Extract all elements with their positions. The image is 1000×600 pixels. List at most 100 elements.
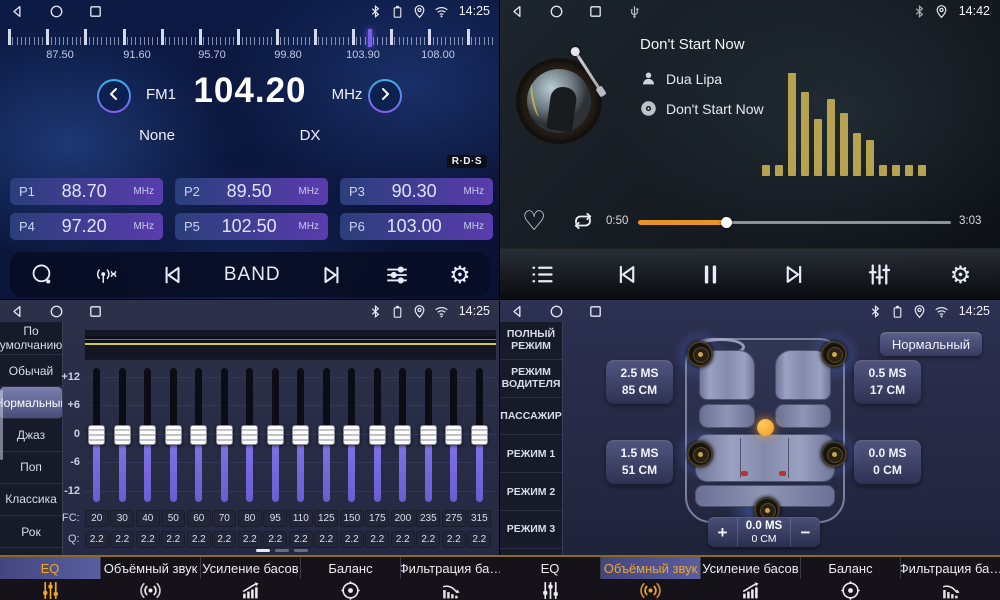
home-icon[interactable] (549, 4, 564, 19)
eq-band-slider[interactable] (161, 368, 187, 502)
fc-value[interactable]: 80 (238, 510, 262, 527)
mode-item[interactable]: РЕЖИМ 2 (500, 473, 562, 511)
recents-icon[interactable] (88, 304, 103, 319)
tab-surround[interactable]: Объёмный звук (100, 557, 200, 600)
tune-sliders-icon[interactable] (384, 262, 410, 288)
slider-knob[interactable] (241, 425, 258, 445)
equalizer-sliders-icon[interactable] (866, 261, 893, 288)
q-value[interactable]: 2.2 (212, 531, 236, 548)
slider-knob[interactable] (139, 425, 156, 445)
recents-icon[interactable] (588, 4, 603, 19)
slider-knob[interactable] (420, 425, 437, 445)
eq-preset-item[interactable]: По умолчанию (0, 322, 62, 355)
slider-knob[interactable] (165, 425, 182, 445)
q-value[interactable]: 2.2 (314, 531, 338, 548)
tab-eq[interactable]: EQ (500, 557, 600, 600)
eq-band-slider[interactable] (365, 368, 391, 502)
q-value[interactable]: 2.2 (467, 531, 491, 548)
fc-value[interactable]: 150 (340, 510, 364, 527)
q-value[interactable]: 2.2 (263, 531, 287, 548)
slider-knob[interactable] (88, 425, 105, 445)
fc-value[interactable]: 40 (136, 510, 160, 527)
preset-button-p4[interactable]: P497.20MHz (10, 213, 163, 240)
back-icon[interactable] (510, 4, 525, 19)
preset-button-p5[interactable]: P5102.50MHz (175, 213, 328, 240)
slider-knob[interactable] (318, 425, 335, 445)
fc-value[interactable]: 110 (289, 510, 313, 527)
frequency-dial[interactable]: 87.5091.6095.7099.80103.90108.00 (8, 27, 492, 63)
scan-search-icon[interactable] (29, 262, 55, 288)
q-value[interactable]: 2.2 (391, 531, 415, 548)
fc-value[interactable]: 125 (314, 510, 338, 527)
eq-band-slider[interactable] (416, 368, 442, 502)
recents-icon[interactable] (88, 4, 103, 19)
back-icon[interactable] (510, 304, 525, 319)
favorite-heart-icon[interactable]: ♡ (522, 206, 546, 237)
preset-button-p6[interactable]: P6103.00MHz (340, 213, 493, 240)
sidebar-scrollbar[interactable] (0, 390, 3, 460)
recents-icon[interactable] (588, 304, 603, 319)
slider-knob[interactable] (267, 425, 284, 445)
mode-item[interactable]: ПАССАЖИР (500, 398, 562, 436)
q-value[interactable]: 2.2 (365, 531, 389, 548)
next-track-icon[interactable] (781, 261, 808, 288)
q-value[interactable]: 2.2 (340, 531, 364, 548)
fc-value[interactable]: 60 (187, 510, 211, 527)
scroll-indicator[interactable] (275, 549, 289, 552)
preset-button-p2[interactable]: P289.50MHz (175, 178, 328, 205)
q-value[interactable]: 2.2 (238, 531, 262, 548)
q-value[interactable]: 2.2 (442, 531, 466, 548)
slider-knob[interactable] (445, 425, 462, 445)
tune-down-button[interactable] (97, 79, 131, 113)
eq-band-slider[interactable] (212, 368, 238, 502)
fc-value[interactable]: 235 (416, 510, 440, 527)
pause-icon[interactable] (697, 261, 724, 288)
eq-preset-item[interactable]: Рок (0, 516, 62, 548)
fc-value[interactable]: 275 (442, 510, 466, 527)
q-value[interactable]: 2.2 (136, 531, 160, 548)
slider-knob[interactable] (292, 425, 309, 445)
listener-position-dot[interactable] (757, 419, 774, 436)
seek-bar[interactable] (638, 221, 951, 224)
tab-bass-boost[interactable]: Усиление басов (700, 557, 800, 600)
preset-button-p3[interactable]: P390.30MHz (340, 178, 493, 205)
decrease-delay-button[interactable]: − (791, 518, 820, 547)
settings-gear-icon[interactable]: ⚙ (950, 263, 972, 287)
home-icon[interactable] (549, 304, 564, 319)
eq-band-slider[interactable] (390, 368, 416, 502)
eq-band-slider[interactable] (135, 368, 161, 502)
fc-value[interactable]: 95 (263, 510, 287, 527)
back-icon[interactable] (10, 304, 25, 319)
slider-knob[interactable] (394, 425, 411, 445)
band-button[interactable]: BAND (224, 264, 281, 286)
eq-band-slider[interactable] (314, 368, 340, 502)
tab-filter[interactable]: Фильтрация ба… (900, 557, 1000, 600)
slider-knob[interactable] (114, 425, 131, 445)
front-right-delay-button[interactable]: 0.5 MS 17 CM (854, 360, 921, 404)
eq-band-slider[interactable] (186, 368, 212, 502)
mode-item[interactable]: РЕЖИМ 1 (500, 435, 562, 473)
preset-button-p1[interactable]: P188.70MHz (10, 178, 163, 205)
mode-item[interactable]: РЕЖИМ ВОДИТЕЛЯ (500, 360, 562, 398)
eq-band-slider[interactable] (441, 368, 467, 502)
tune-up-button[interactable] (368, 79, 402, 113)
slider-knob[interactable] (471, 425, 488, 445)
fc-value[interactable]: 315 (467, 510, 491, 527)
q-value[interactable]: 2.2 (416, 531, 440, 548)
front-left-speaker-icon[interactable] (687, 341, 713, 367)
tab-surround[interactable]: Объёмный звук (600, 557, 700, 600)
q-value[interactable]: 2.2 (110, 531, 134, 548)
fc-value[interactable]: 70 (212, 510, 236, 527)
fc-value[interactable]: 30 (110, 510, 134, 527)
playlist-icon[interactable] (529, 261, 556, 288)
q-value[interactable]: 2.2 (161, 531, 185, 548)
fc-value[interactable]: 200 (391, 510, 415, 527)
back-icon[interactable] (10, 4, 25, 19)
q-value[interactable]: 2.2 (289, 531, 313, 548)
slider-knob[interactable] (216, 425, 233, 445)
slider-knob[interactable] (369, 425, 386, 445)
tab-eq[interactable]: EQ (0, 557, 100, 600)
eq-band-slider[interactable] (110, 368, 136, 502)
scroll-indicator[interactable] (294, 549, 308, 552)
tab-balance[interactable]: Баланс (300, 557, 400, 600)
